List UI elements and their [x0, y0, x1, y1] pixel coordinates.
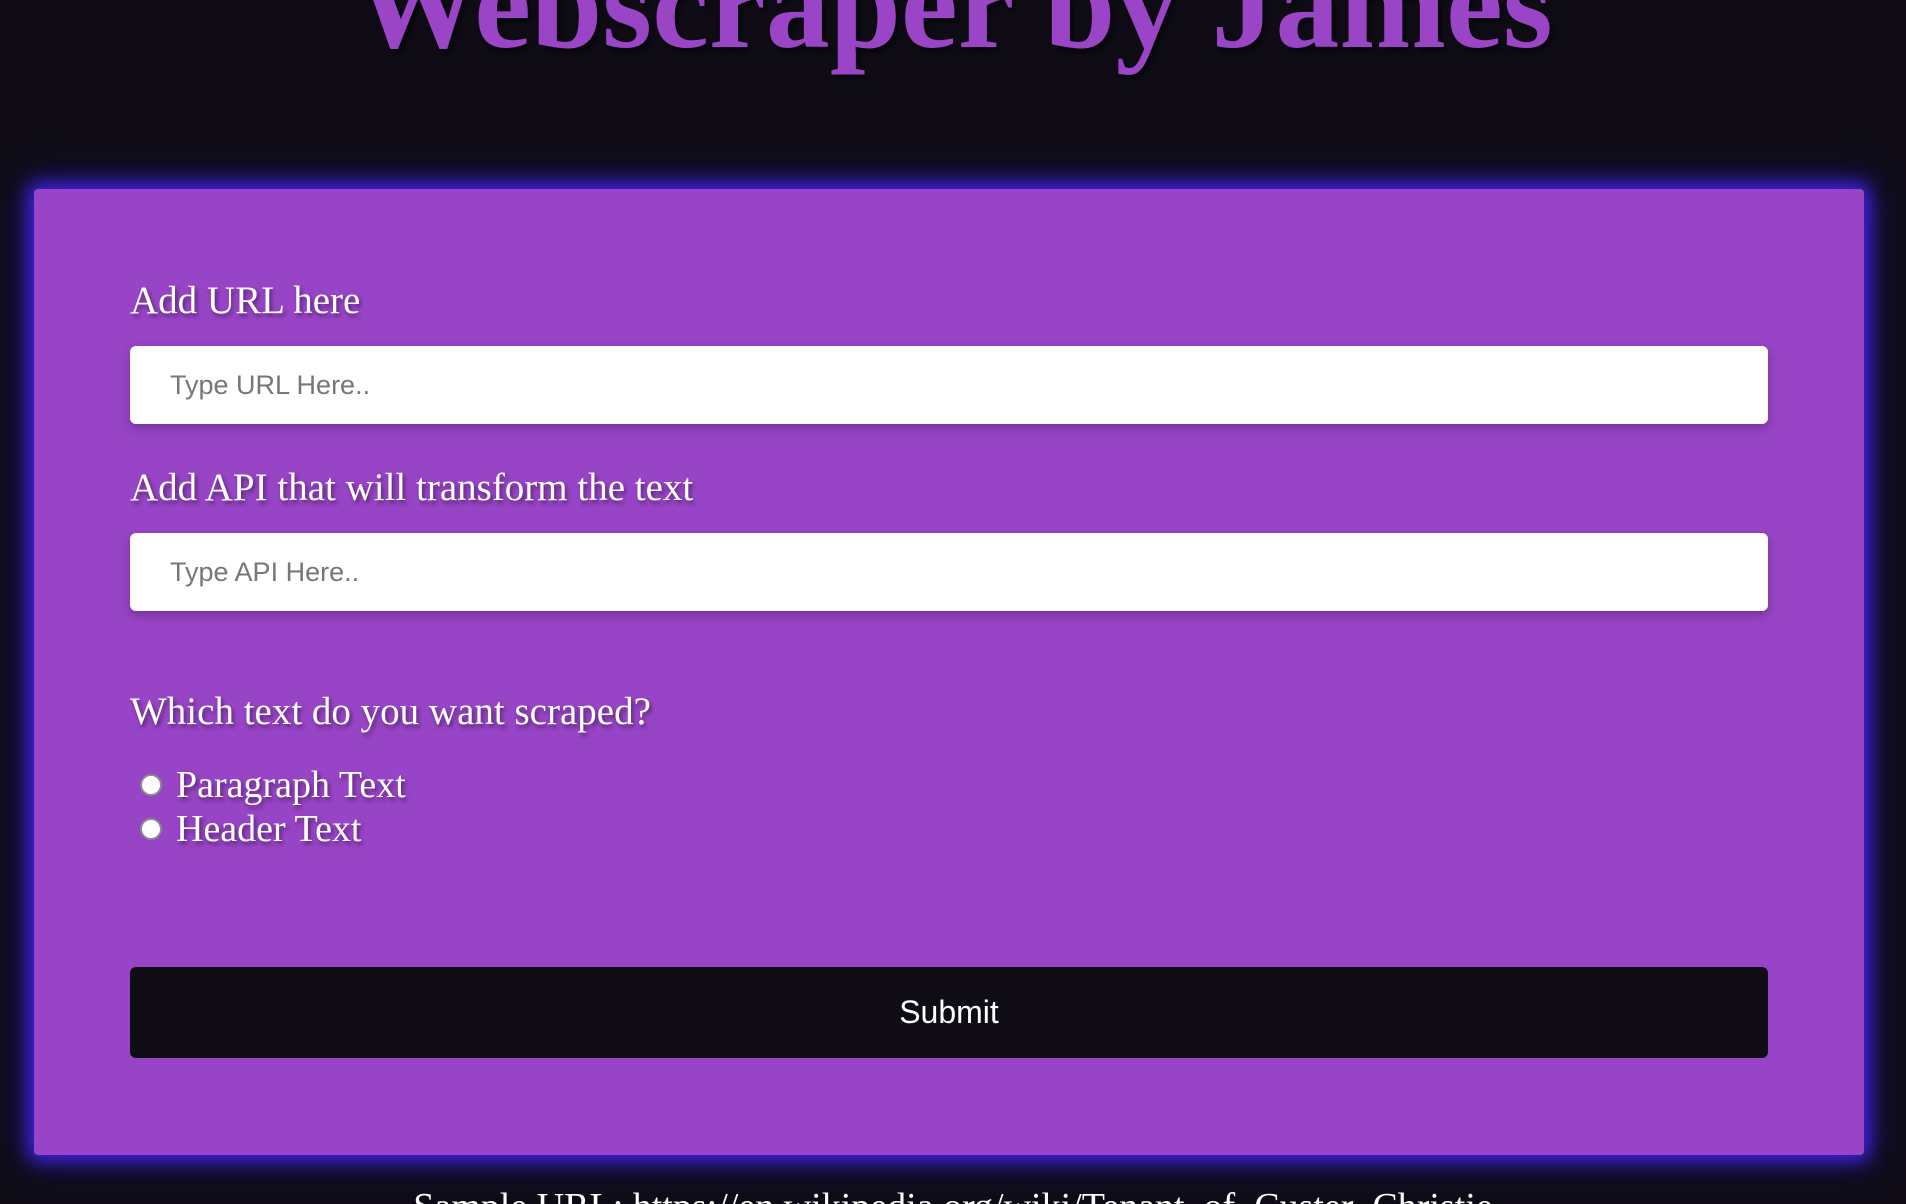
radio-option-header[interactable]: Header Text	[140, 807, 362, 851]
url-input[interactable]	[130, 346, 1768, 424]
submit-button[interactable]: Submit	[130, 967, 1768, 1058]
scraper-form: Add URL here Add API that will transform…	[34, 189, 1864, 1155]
scrape-question: Which text do you want scraped?	[130, 690, 651, 733]
radio-button-header[interactable]	[140, 818, 162, 840]
url-label: Add URL here	[130, 279, 361, 322]
radio-button-paragraph[interactable]	[140, 774, 162, 796]
radio-option-paragraph[interactable]: Paragraph Text	[140, 763, 406, 807]
page-title: Webscraper by James	[353, 0, 1553, 75]
api-label: Add API that will transform the text	[130, 466, 694, 509]
api-input[interactable]	[130, 533, 1768, 611]
radio-label-header: Header Text	[176, 808, 362, 850]
sample-url-note: Sample URL: https://en.wikipedia.org/wik…	[0, 1188, 1906, 1204]
radio-label-paragraph: Paragraph Text	[176, 764, 406, 806]
